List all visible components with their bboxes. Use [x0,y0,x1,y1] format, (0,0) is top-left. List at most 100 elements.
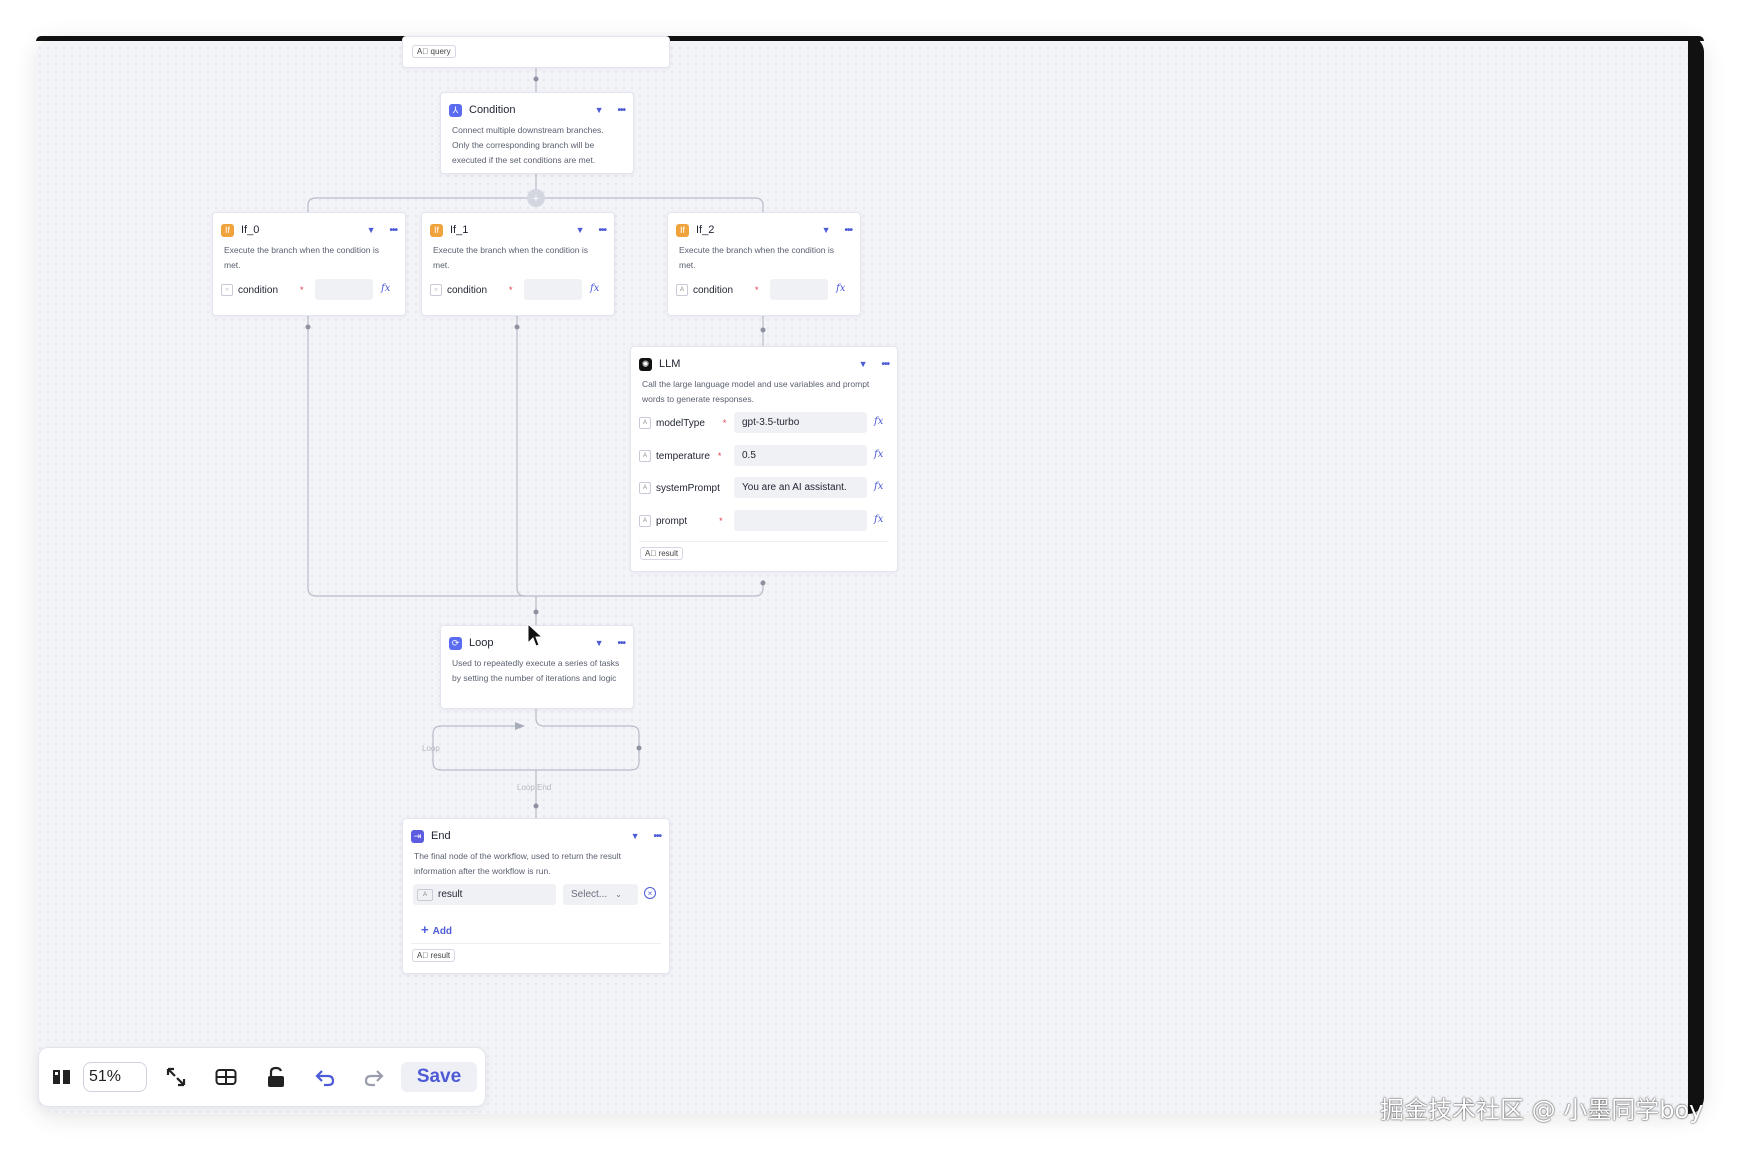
end-node[interactable]: ⇥ End ▼ ••• The final node of the workfl… [402,818,670,974]
fit-view-icon[interactable] [159,1062,193,1092]
node-description: Execute the branch when the condition is… [433,245,588,270]
required-mark: * [719,516,723,526]
chevron-down-icon[interactable]: ▼ [822,225,831,235]
function-icon[interactable]: fx [590,283,599,294]
type-icon: A [639,482,651,494]
type-icon: ○ [430,284,442,296]
function-icon[interactable]: fx [874,514,883,525]
query-output-tag: A⃞ query [412,45,456,58]
zoom-value: 51% [89,1068,122,1085]
llm-node[interactable]: ✺ LLM ▼ ••• Call the large language mode… [630,346,898,572]
start-node[interactable]: A⃞ query [402,36,670,68]
param-label: condition [693,284,734,296]
lock-icon[interactable] [259,1062,293,1092]
type-icon: ○ [221,284,233,296]
more-icon[interactable]: ••• [389,225,397,236]
minimap-icon[interactable] [47,1062,77,1092]
openai-icon: ✺ [639,357,652,371]
chevron-down-icon[interactable]: ▼ [631,831,640,841]
loop-end-label: Loop End [517,783,552,792]
model-type-input[interactable]: gpt-3.5-turbo [734,412,867,433]
temperature-input[interactable]: 0.5 [734,445,867,466]
more-icon[interactable]: ••• [653,831,661,842]
more-icon[interactable]: ••• [598,225,606,236]
more-icon[interactable]: ••• [844,225,852,236]
loop-icon: ⟳ [449,636,462,650]
watermark: 掘金技术社区 @ 小墨同学boy [1380,1096,1704,1124]
param-label: temperature [656,450,710,462]
type-icon: A [639,417,651,429]
chevron-down-icon[interactable]: ▼ [576,225,585,235]
node-description: Used to repeatedly execute a series of t… [452,658,620,683]
select-placeholder: Select... [571,889,608,900]
required-mark: * [717,451,722,461]
condition-input[interactable] [770,279,828,300]
layout-icon[interactable] [209,1062,243,1092]
more-icon[interactable]: ••• [881,359,889,370]
node-title: If_2 [696,224,715,236]
condition-node[interactable]: ⅄ Condition ▼ ••• Connect multiple downs… [440,92,634,174]
if-node-0[interactable]: If If_0 ▼ ••• Execute the branch when th… [212,212,406,316]
param-label: condition [238,284,279,296]
node-title: If_0 [241,224,260,236]
add-label: Add [432,926,453,937]
node-description: Call the large language model and use va… [642,379,870,404]
function-icon[interactable]: fx [381,283,390,294]
edge-loop-body [432,708,640,771]
save-button[interactable]: Save [401,1062,477,1092]
system-prompt-input[interactable]: You are an AI assistant. [734,477,867,498]
branch-icon: ⅄ [449,103,462,117]
condition-input[interactable] [524,279,582,300]
canvas-toolbar: 51% Save [38,1047,486,1107]
node-description: The final node of the workflow, used to … [414,851,621,876]
function-icon[interactable]: fx [874,416,883,427]
save-label: Save [416,1066,462,1087]
chevron-down-icon[interactable]: ▼ [595,105,604,115]
exit-icon: ⇥ [411,829,424,843]
function-icon[interactable]: fx [874,449,883,460]
chevron-down-icon[interactable]: ▼ [859,359,868,369]
svg-text:+: + [533,193,539,205]
more-icon[interactable]: ••• [617,105,625,116]
function-icon[interactable]: fx [874,481,883,492]
output-name-value: result [438,889,463,900]
if-icon: If [221,223,234,237]
prompt-input[interactable] [734,510,867,531]
divider [639,541,889,542]
if-node-1[interactable]: If If_1 ▼ ••• Execute the branch when th… [421,212,615,316]
mouse-cursor-icon [527,623,543,647]
add-output-button[interactable]: + Add [421,922,452,937]
undo-icon[interactable] [308,1062,342,1092]
edge-layer: + [305,68,766,818]
param-label: systemPrompt [656,482,720,494]
function-icon[interactable]: fx [836,283,845,294]
output-name-input[interactable]: A result [413,884,556,905]
redo-icon[interactable] [357,1062,391,1092]
node-description: Connect multiple downstream branches. On… [452,125,604,165]
chevron-down-icon[interactable]: ▼ [595,638,604,648]
more-icon[interactable]: ••• [617,638,625,649]
node-title: Condition [469,104,516,116]
output-source-select[interactable]: Select... ⌄ [563,884,638,905]
node-title: LLM [659,358,681,370]
condition-input[interactable] [315,279,373,300]
if-icon: If [676,223,689,237]
required-mark: * [509,285,513,295]
zoom-input[interactable]: 51% [83,1062,147,1092]
param-label: modelType [656,417,705,429]
if-node-2[interactable]: If If_2 ▼ ••• Execute the branch when th… [667,212,861,316]
if-icon: If [430,223,443,237]
type-icon: A [417,888,433,901]
param-label: prompt [656,515,688,527]
chevron-down-icon: ⌄ [615,890,622,899]
loop-body-label: Loop [422,744,440,753]
node-title: End [431,830,451,842]
node-description: Execute the branch when the condition is… [679,245,834,270]
required-mark: * [300,285,304,295]
chevron-down-icon[interactable]: ▼ [367,225,376,235]
required-mark: * [722,418,727,428]
result-output-tag: A⃞ result [640,547,684,560]
result-output-tag: A⃞ result [412,949,456,962]
remove-icon[interactable]: × [644,887,656,899]
type-icon: A [639,515,651,527]
